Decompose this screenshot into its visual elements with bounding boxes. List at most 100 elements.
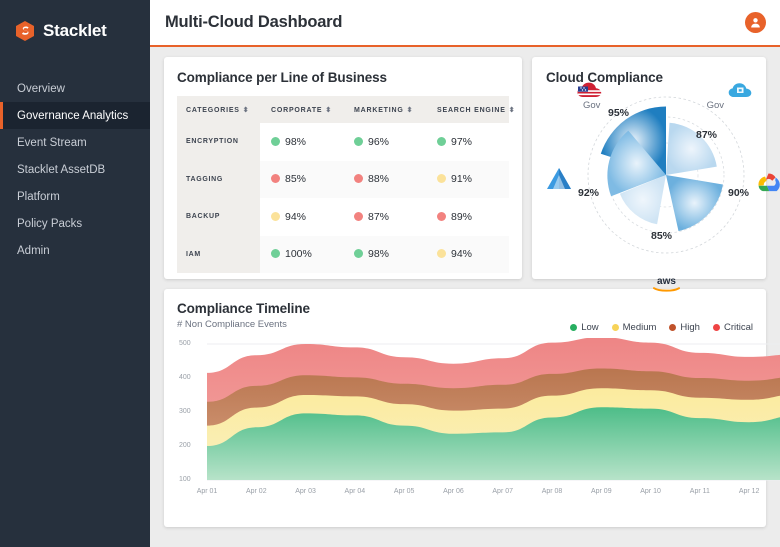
legend-label: Critical: [723, 322, 753, 333]
wedge-gcp: [666, 175, 723, 232]
row-category: IAM: [177, 235, 260, 273]
x-axis-tick: Apr 08: [541, 488, 563, 495]
timeline-chart: 100 200 300 400 500 Apr 01 Apr 02 Apr 03 Apr 04…: [177, 338, 780, 506]
row-category: BACKUP: [177, 198, 260, 236]
cell-value: 97%: [451, 135, 473, 148]
x-axis-tick: Apr 03: [295, 488, 316, 495]
sidebar-item-label: Governance Analytics: [17, 109, 129, 122]
sort-icon[interactable]: ⬍: [325, 107, 332, 114]
x-axis-tick: Apr 12: [738, 488, 760, 495]
table-row: BACKUP 94% 87% 89%: [177, 198, 509, 236]
status-dot: [271, 136, 280, 146]
compliance-timeline-card: Compliance Timeline # Non Compliance Eve…: [164, 289, 780, 527]
legend-dot-low: [570, 324, 578, 331]
status-dot: [354, 174, 363, 184]
x-axis-tick: Apr 11: [689, 488, 710, 495]
pct-label-azure-gov: 87%: [696, 129, 718, 141]
column-header-corporate[interactable]: CORPORATE ⬍: [260, 96, 343, 123]
timeline-title: Compliance Timeline: [177, 301, 310, 316]
svg-text:aws: aws: [657, 276, 676, 287]
compliance-table-title: Compliance per Line of Business: [177, 70, 387, 85]
x-axis-tick: Apr 10: [640, 488, 661, 495]
legend-dot-high: [669, 324, 677, 331]
compliance-table-card: Compliance per Line of Business CATEGORI…: [164, 57, 522, 279]
status-dot: [354, 211, 363, 221]
dashboard-content: Compliance per Line of Business CATEGORI…: [150, 47, 780, 547]
aws-gov-label: Gov: [583, 100, 601, 111]
cell-search-engine: 89%: [426, 198, 509, 236]
timeline-legend: Low Medium High Critical: [570, 322, 753, 333]
user-avatar-icon[interactable]: [745, 12, 766, 33]
legend-dot-critical: [712, 324, 720, 331]
sort-icon[interactable]: ⬍: [509, 107, 516, 114]
top-cards-row: Compliance per Line of Business CATEGORI…: [164, 57, 780, 292]
column-header-categories[interactable]: CATEGORIES ⬍: [177, 96, 260, 123]
x-axis-tick: Apr 01: [196, 488, 218, 495]
sidebar-item-policy-packs[interactable]: Policy Packs: [0, 210, 150, 237]
sidebar-item-admin[interactable]: Admin: [0, 237, 150, 264]
cell-value: 85%: [285, 173, 307, 186]
table-row: TAGGING 85% 88% 91%: [177, 160, 509, 198]
x-axis-tick: Apr 06: [443, 488, 464, 495]
dashboard-app: Stacklet Overview Governance Analytics E…: [0, 0, 780, 547]
chart-areas: [207, 338, 780, 480]
sidebar-item-label: Platform: [17, 190, 60, 203]
y-axis-tick: 200: [179, 442, 191, 449]
sidebar: Stacklet Overview Governance Analytics E…: [0, 0, 150, 547]
sidebar-item-label: Admin: [17, 244, 50, 257]
main-area: Multi-Cloud Dashboard Compliance per Lin…: [150, 0, 780, 547]
sidebar-item-stacklet-assetdb[interactable]: Stacklet AssetDB: [0, 156, 150, 183]
timeline-subtitle: # Non Compliance Events: [177, 319, 287, 330]
column-label: SEARCH ENGINE: [437, 106, 506, 114]
sidebar-item-event-stream[interactable]: Event Stream: [0, 129, 150, 156]
cell-marketing: 96%: [343, 123, 426, 161]
status-dot: [271, 174, 280, 184]
cell-search-engine: 94%: [426, 235, 509, 273]
status-dot: [437, 211, 446, 221]
cell-value: 100%: [285, 248, 312, 261]
legend-item-low[interactable]: Low: [570, 322, 599, 333]
cell-corporate: 98%: [260, 123, 343, 161]
status-dot: [271, 211, 280, 221]
y-axis-tick: 300: [179, 408, 191, 415]
top-bar: Multi-Cloud Dashboard: [150, 0, 780, 47]
sort-icon[interactable]: ⬍: [243, 107, 250, 114]
cell-value: 91%: [451, 173, 473, 186]
y-axis-tick: 500: [179, 340, 191, 347]
x-axis-tick: Apr 07: [492, 488, 514, 495]
column-header-search-engine[interactable]: SEARCH ENGINE ⬍: [426, 96, 515, 123]
row-category: TAGGING: [177, 160, 260, 198]
legend-dot-medium: [611, 324, 619, 331]
sidebar-nav: Overview Governance Analytics Event Stre…: [0, 75, 150, 264]
brand-logo[interactable]: Stacklet: [0, 0, 150, 48]
timeline-area-svg: [207, 338, 780, 481]
cell-search-engine: 97%: [426, 123, 509, 161]
sidebar-item-platform[interactable]: Platform: [0, 183, 150, 210]
column-header-marketing[interactable]: MARKETING ⬍: [343, 96, 426, 123]
page-title: Multi-Cloud Dashboard: [165, 13, 343, 31]
cloud-compliance-card: Cloud Compliance Gov Gov aws 95% 87% 90%…: [532, 57, 780, 292]
sidebar-item-overview[interactable]: Overview: [0, 75, 150, 102]
timeline-title-block: Compliance Timeline # Non Compliance Eve…: [177, 301, 310, 330]
y-axis-tick: 100: [179, 476, 191, 483]
sidebar-item-label: Overview: [17, 82, 65, 95]
cell-marketing: 88%: [343, 160, 426, 198]
sort-icon[interactable]: ⬍: [407, 107, 414, 114]
table-row: IAM 100% 98% 94%: [177, 235, 509, 273]
column-label: MARKETING: [354, 106, 404, 114]
legend-label: Medium: [622, 322, 657, 333]
cloud-compliance-chart: Gov Gov aws 95% 87% 90% 85% 92%: [546, 82, 780, 292]
legend-item-high[interactable]: High: [669, 322, 700, 333]
legend-item-medium[interactable]: Medium: [611, 322, 657, 333]
cell-marketing: 98%: [343, 235, 426, 273]
legend-item-critical[interactable]: Critical: [712, 322, 753, 333]
cell-value: 98%: [285, 135, 307, 148]
sidebar-item-governance-analytics[interactable]: Governance Analytics: [0, 102, 150, 129]
column-label: CATEGORIES: [186, 106, 240, 114]
x-axis-tick: Apr 05: [393, 488, 415, 495]
table-body: ENCRYPTION 98% 96% 97% TAGGING 85% 88% 9…: [177, 123, 509, 273]
sidebar-item-label: Stacklet AssetDB: [17, 163, 106, 176]
stacklet-hexagon-logo-icon: [14, 20, 36, 42]
cell-corporate: 85%: [260, 160, 343, 198]
compliance-table: CATEGORIES ⬍ CORPORATE ⬍ MARKETING ⬍ SEARCH…: [177, 96, 515, 273]
